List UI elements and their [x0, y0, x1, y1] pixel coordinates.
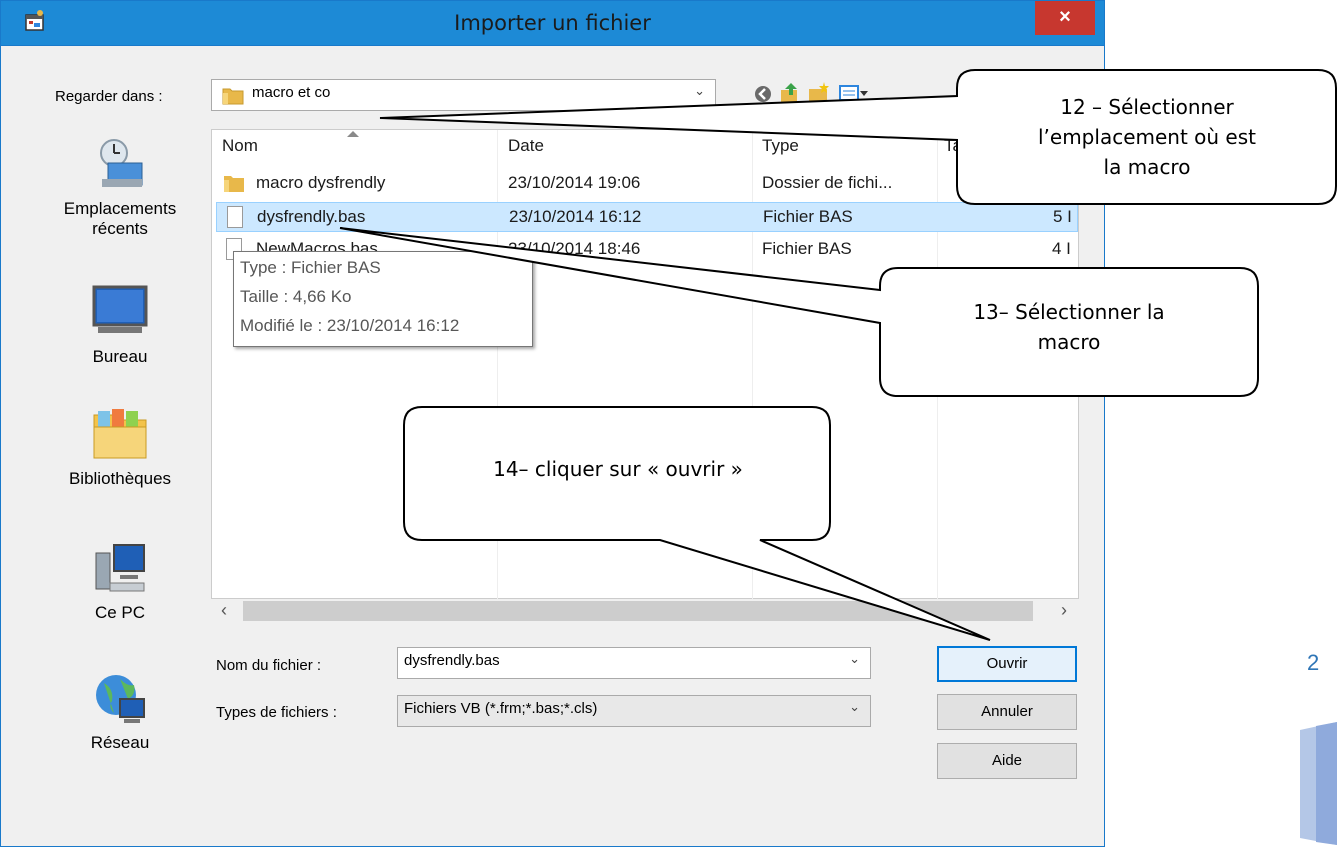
callout-14-shape	[403, 406, 991, 641]
page-corner-decoration	[1316, 722, 1337, 845]
callout-13-line-1: 13– Sélectionner la	[973, 300, 1165, 324]
callout-12-line-1: 12 – Sélectionner	[1060, 95, 1234, 119]
callout-12-line-2: l’emplacement où est	[1037, 125, 1256, 149]
callout-13-line-2: macro	[1037, 330, 1101, 354]
callout-12-text: 12 – Sélectionner l’emplacement où est l…	[962, 92, 1332, 182]
callout-13-text: 13– Sélectionner la macro	[884, 297, 1254, 357]
page-number: 2	[1307, 650, 1320, 675]
callout-14-line-1: 14– cliquer sur « ouvrir »	[493, 457, 743, 481]
callout-14-text: 14– cliquer sur « ouvrir »	[410, 454, 826, 484]
callout-12-line-3: la macro	[1103, 155, 1191, 179]
